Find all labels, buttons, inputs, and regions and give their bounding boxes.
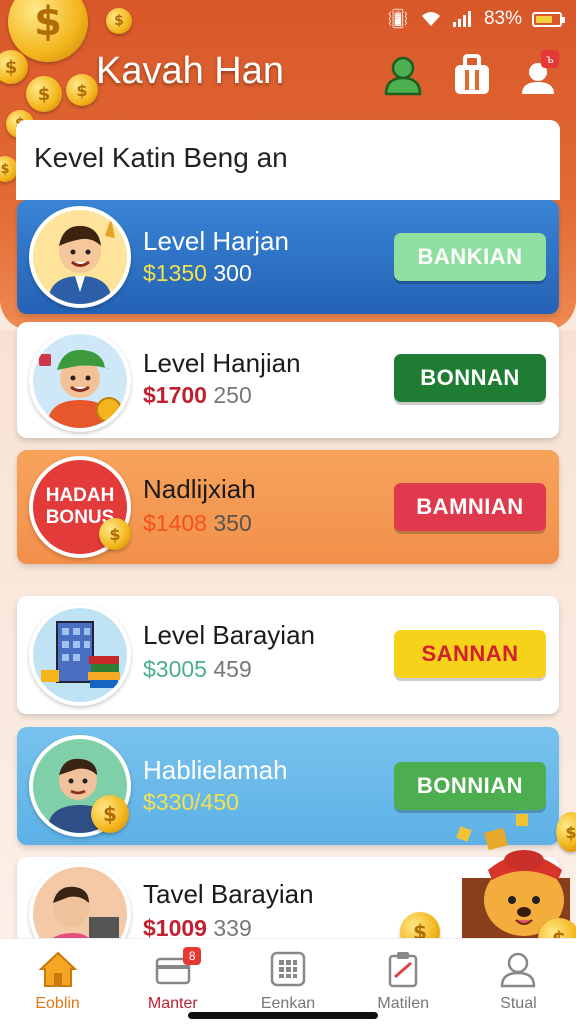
coin-decoration: $ — [99, 518, 131, 550]
card-price: $330/450 — [143, 789, 239, 816]
nav-item-home[interactable]: Eoblin — [0, 939, 115, 1024]
price-main: $1408 — [143, 510, 207, 536]
price-main: $1700 — [143, 382, 207, 408]
wifi-icon — [421, 12, 440, 26]
coin-decoration: $ — [91, 795, 129, 833]
user-icon — [501, 952, 536, 988]
price-sub: 300 — [213, 260, 252, 286]
price-sub: 350 — [213, 510, 252, 536]
coin-decoration: $ — [106, 8, 132, 34]
battery-icon — [532, 11, 565, 27]
card-title: Nadlijxiah — [143, 474, 256, 504]
battery-percent: 83% — [483, 8, 522, 29]
home-icon — [38, 951, 78, 987]
card-title: Tavel Barayian — [143, 879, 314, 909]
card-price: $3005 459 — [143, 656, 252, 683]
character-avatar — [29, 604, 131, 706]
vibrate-icon: 📳︎ — [385, 9, 410, 30]
status-bar: 📳︎ 83% — [385, 6, 565, 32]
card-title: Level Hanjian — [143, 348, 301, 378]
signal-icon — [452, 11, 471, 27]
card-title: Hablielamah — [143, 755, 288, 785]
card-price: $1700 250 — [143, 382, 252, 409]
nav-label: Manter — [147, 995, 198, 1012]
clipboard-icon — [388, 952, 418, 988]
notification-badge: ъ — [541, 50, 559, 68]
coin-decoration: $ — [26, 76, 62, 112]
gift-icon[interactable] — [452, 54, 492, 96]
card-action-button[interactable]: BONNAN — [394, 354, 546, 402]
nav-label: Eoblin — [35, 995, 80, 1012]
coin-decoration: $ — [66, 74, 98, 106]
boy-cap-character-icon — [39, 349, 122, 428]
price-main: $3005 — [143, 656, 207, 682]
nav-label: Matilen — [377, 995, 429, 1012]
card-price: $1350 300 — [143, 260, 252, 287]
level-card[interactable]: HADAH BONUS $ Nadlijxiah $1408 350 BAMNI… — [17, 450, 559, 564]
card-action-button[interactable]: BANKIAN — [394, 233, 546, 281]
nav-badge: 8 — [183, 947, 202, 965]
price-sub: 459 — [213, 656, 252, 682]
price-main: $330/450 — [143, 789, 239, 815]
level-card[interactable]: Level Hanjian $1700 250 BONNAN — [17, 322, 559, 438]
price-main: $1350 — [143, 260, 207, 286]
level-card[interactable]: Level Barayian $3005 459 SANNAN — [17, 596, 559, 714]
price-sub: 250 — [213, 382, 252, 408]
nav-label: Stual — [500, 995, 537, 1012]
home-indicator[interactable] — [188, 1012, 378, 1019]
nav-label: Eenkan — [260, 995, 316, 1012]
card-action-button[interactable]: SANNAN — [394, 630, 546, 678]
list-panel: Kevel Katin Beng an — [16, 120, 560, 200]
list-title: Kevel Katin Beng an — [34, 142, 288, 173]
card-title: Level Harjan — [143, 226, 289, 256]
books-building-icon — [41, 621, 120, 688]
card-title: Level Barayian — [143, 620, 315, 650]
character-avatar — [29, 206, 131, 308]
profile-icon[interactable] — [383, 54, 423, 96]
character-avatar — [29, 330, 131, 432]
boy-character-icon — [48, 218, 115, 304]
level-card[interactable]: Level Harjan $1350 300 BANKIAN — [17, 200, 559, 314]
app-title: Kavah Han — [96, 50, 285, 92]
bonus-badge-line1: HADAH — [45, 485, 115, 506]
card-price: $1408 350 — [143, 510, 252, 537]
nav-item-stual[interactable]: Stual — [461, 939, 576, 1024]
grid-icon — [270, 951, 306, 987]
card-action-button[interactable]: BAMNIAN — [394, 483, 546, 531]
